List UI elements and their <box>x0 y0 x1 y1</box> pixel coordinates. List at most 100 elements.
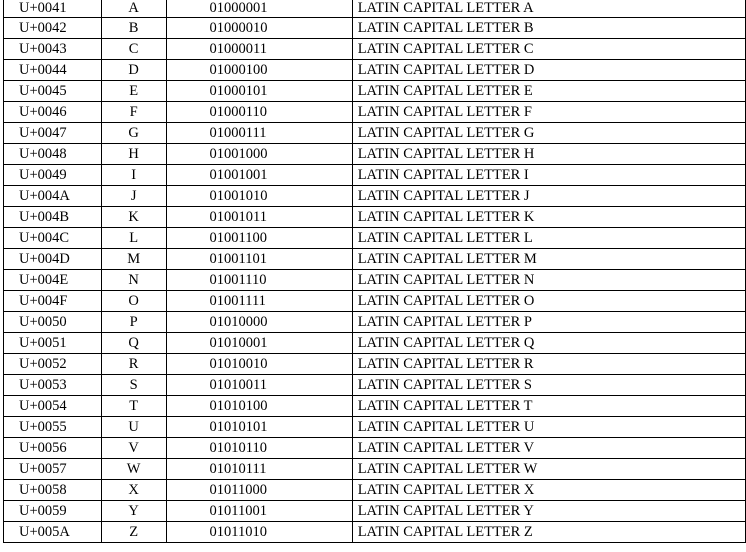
code-point-cell: U+0046 <box>3 101 102 123</box>
character-name-cell: LATIN CAPITAL LETTER Z <box>351 521 746 543</box>
binary-cell: 01001100 <box>165 227 353 249</box>
binary-cell: 01001110 <box>165 269 353 291</box>
table-row: U+0049 I 01001001 LATIN CAPITAL LETTER I <box>3 164 746 186</box>
character-cell: W <box>100 458 167 480</box>
code-point-cell: U+004C <box>3 227 102 249</box>
code-point-cell: U+0058 <box>3 479 102 501</box>
unicode-letter-table: U+0041 A 01000001 LATIN CAPITAL LETTER A… <box>3 0 746 543</box>
character-cell: N <box>100 269 167 291</box>
table-body: U+0041 A 01000001 LATIN CAPITAL LETTER A… <box>3 0 746 543</box>
table-row: U+0041 A 01000001 LATIN CAPITAL LETTER A <box>3 0 746 18</box>
table-row: U+0055 U 01010101 LATIN CAPITAL LETTER U <box>3 416 746 438</box>
code-point-cell: U+0056 <box>3 437 102 459</box>
code-point-cell: U+004D <box>3 248 102 270</box>
character-cell: S <box>100 374 167 396</box>
table-row: U+004F O 01001111 LATIN CAPITAL LETTER O <box>3 290 746 312</box>
binary-cell: 01000101 <box>165 80 353 102</box>
character-name-cell: LATIN CAPITAL LETTER S <box>351 374 746 396</box>
character-name-cell: LATIN CAPITAL LETTER X <box>351 479 746 501</box>
binary-cell: 01001011 <box>165 206 353 228</box>
character-cell: J <box>100 185 167 207</box>
character-name-cell: LATIN CAPITAL LETTER C <box>351 38 746 60</box>
binary-cell: 01001111 <box>165 290 353 312</box>
character-name-cell: LATIN CAPITAL LETTER M <box>351 248 746 270</box>
character-cell: Z <box>100 521 167 543</box>
table-row: U+0051 Q 01010001 LATIN CAPITAL LETTER Q <box>3 332 746 354</box>
code-point-cell: U+0042 <box>3 17 102 39</box>
code-point-cell: U+0053 <box>3 374 102 396</box>
binary-cell: 01010111 <box>165 458 353 480</box>
character-cell: E <box>100 80 167 102</box>
binary-cell: 01011010 <box>165 521 353 543</box>
code-point-cell: U+0055 <box>3 416 102 438</box>
code-point-cell: U+004B <box>3 206 102 228</box>
table-row: U+005A Z 01011010 LATIN CAPITAL LETTER Z <box>3 521 746 543</box>
character-name-cell: LATIN CAPITAL LETTER O <box>351 290 746 312</box>
character-cell: V <box>100 437 167 459</box>
table-row: U+0056 V 01010110 LATIN CAPITAL LETTER V <box>3 437 746 459</box>
binary-cell: 01000100 <box>165 59 353 81</box>
binary-cell: 01011000 <box>165 479 353 501</box>
binary-cell: 01001001 <box>165 164 353 186</box>
table-row: U+004D M 01001101 LATIN CAPITAL LETTER M <box>3 248 746 270</box>
table-row: U+0053 S 01010011 LATIN CAPITAL LETTER S <box>3 374 746 396</box>
binary-cell: 01010101 <box>165 416 353 438</box>
character-name-cell: LATIN CAPITAL LETTER G <box>351 122 746 144</box>
character-cell: X <box>100 479 167 501</box>
table-row: U+0047 G 01000111 LATIN CAPITAL LETTER G <box>3 122 746 144</box>
code-point-cell: U+0049 <box>3 164 102 186</box>
table-row: U+0052 R 01010010 LATIN CAPITAL LETTER R <box>3 353 746 375</box>
character-name-cell: LATIN CAPITAL LETTER B <box>351 17 746 39</box>
character-name-cell: LATIN CAPITAL LETTER D <box>351 59 746 81</box>
code-point-cell: U+0045 <box>3 80 102 102</box>
character-name-cell: LATIN CAPITAL LETTER R <box>351 353 746 375</box>
unicode-table-container: U+0041 A 01000001 LATIN CAPITAL LETTER A… <box>3 0 746 543</box>
character-name-cell: LATIN CAPITAL LETTER N <box>351 269 746 291</box>
character-name-cell: LATIN CAPITAL LETTER L <box>351 227 746 249</box>
character-name-cell: LATIN CAPITAL LETTER A <box>351 0 746 18</box>
character-cell: H <box>100 143 167 165</box>
code-point-cell: U+0052 <box>3 353 102 375</box>
binary-cell: 01000010 <box>165 17 353 39</box>
binary-cell: 01000011 <box>165 38 353 60</box>
code-point-cell: U+0059 <box>3 500 102 522</box>
character-cell: Y <box>100 500 167 522</box>
table-row: U+0059 Y 01011001 LATIN CAPITAL LETTER Y <box>3 500 746 522</box>
binary-cell: 01000110 <box>165 101 353 123</box>
table-row: U+0043 C 01000011 LATIN CAPITAL LETTER C <box>3 38 746 60</box>
character-cell: U <box>100 416 167 438</box>
table-row: U+0045 E 01000101 LATIN CAPITAL LETTER E <box>3 80 746 102</box>
character-cell: R <box>100 353 167 375</box>
character-cell: F <box>100 101 167 123</box>
code-point-cell: U+0043 <box>3 38 102 60</box>
code-point-cell: U+0047 <box>3 122 102 144</box>
character-cell: M <box>100 248 167 270</box>
table-row: U+0048 H 01001000 LATIN CAPITAL LETTER H <box>3 143 746 165</box>
character-name-cell: LATIN CAPITAL LETTER U <box>351 416 746 438</box>
code-point-cell: U+0044 <box>3 59 102 81</box>
binary-cell: 01001101 <box>165 248 353 270</box>
binary-cell: 01001000 <box>165 143 353 165</box>
code-point-cell: U+0054 <box>3 395 102 417</box>
character-name-cell: LATIN CAPITAL LETTER T <box>351 395 746 417</box>
character-cell: O <box>100 290 167 312</box>
binary-cell: 01001010 <box>165 185 353 207</box>
character-cell: C <box>100 38 167 60</box>
binary-cell: 01000111 <box>165 122 353 144</box>
table-row: U+004E N 01001110 LATIN CAPITAL LETTER N <box>3 269 746 291</box>
table-row: U+0046 F 01000110 LATIN CAPITAL LETTER F <box>3 101 746 123</box>
binary-cell: 01010110 <box>165 437 353 459</box>
code-point-cell: U+0041 <box>3 0 102 18</box>
code-point-cell: U+0050 <box>3 311 102 333</box>
character-cell: A <box>100 0 167 18</box>
table-row: U+0057 W 01010111 LATIN CAPITAL LETTER W <box>3 458 746 480</box>
character-name-cell: LATIN CAPITAL LETTER F <box>351 101 746 123</box>
table-row: U+0050 P 01010000 LATIN CAPITAL LETTER P <box>3 311 746 333</box>
character-name-cell: LATIN CAPITAL LETTER K <box>351 206 746 228</box>
code-point-cell: U+0057 <box>3 458 102 480</box>
table-row: U+0054 T 01010100 LATIN CAPITAL LETTER T <box>3 395 746 417</box>
code-point-cell: U+0048 <box>3 143 102 165</box>
binary-cell: 01010000 <box>165 311 353 333</box>
table-row: U+004B K 01001011 LATIN CAPITAL LETTER K <box>3 206 746 228</box>
character-name-cell: LATIN CAPITAL LETTER H <box>351 143 746 165</box>
